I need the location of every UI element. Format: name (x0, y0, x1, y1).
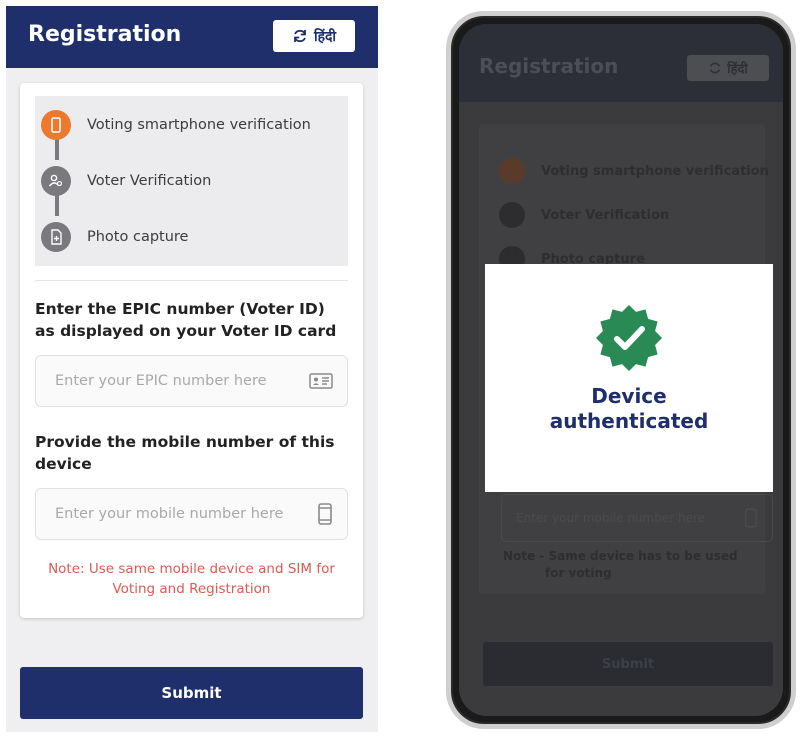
dimmed-step-2: Voter Verification (499, 202, 669, 228)
voter-search-icon (41, 166, 71, 196)
phone-screen: Registration हिंदी Voting smartphone ver… (459, 24, 783, 716)
dimmed-mobile-field: Enter your mobile number here (501, 494, 773, 542)
dimmed-header: Registration हिंदी (459, 24, 783, 102)
registration-screen: Registration हिंदी Voting smartphone ver… (6, 6, 378, 732)
dimmed-language-toggle: हिंदी (687, 55, 769, 81)
dimmed-step-label: Voter Verification (541, 207, 670, 223)
dimmed-page-title: Registration (479, 54, 619, 78)
dimmed-step-1: Voting smartphone verification (499, 158, 769, 184)
id-card-icon (309, 373, 333, 389)
step-label: Voting smartphone verification (87, 117, 311, 133)
mobile-phone-icon (745, 508, 757, 528)
app-header: Registration हिंदी (6, 6, 378, 68)
step-label: Photo capture (87, 229, 189, 245)
voter-search-icon (499, 202, 525, 228)
dimmed-note-line-2: for voting (545, 566, 612, 580)
phone-frame: Registration हिंदी Voting smartphone ver… (446, 11, 796, 729)
step-smartphone-verification: Voting smartphone verification (41, 110, 341, 140)
dialog-message-line-2: authenticated (549, 409, 709, 433)
dimmed-submit-button: Submit (483, 642, 773, 686)
device-authenticated-dialog: Device authenticated (485, 264, 773, 492)
epic-input[interactable] (55, 373, 309, 389)
section-divider (35, 280, 348, 281)
submit-button[interactable]: Submit (20, 667, 363, 719)
dimmed-note-line-1: Note - Same device has to be used (503, 549, 738, 563)
dialog-message: Device authenticated (485, 384, 773, 434)
mobile-phone-icon (318, 503, 332, 525)
photo-file-icon (41, 222, 71, 252)
step-progress: Voting smartphone verification Voter Ver… (35, 96, 348, 266)
dimmed-language-label: हिंदी (727, 62, 748, 77)
refresh-icon (294, 29, 306, 43)
epic-field (35, 355, 348, 407)
language-toggle-button[interactable]: हिंदी (273, 20, 355, 52)
dimmed-mobile-placeholder: Enter your mobile number here (516, 511, 706, 525)
registration-card: Voting smartphone verification Voter Ver… (20, 83, 363, 618)
step-voter-verification: Voter Verification (41, 166, 341, 196)
dialog-message-line-1: Device (591, 384, 667, 408)
mobile-field (35, 488, 348, 540)
dimmed-note: Note - Same device has to be used for vo… (503, 548, 753, 582)
language-toggle-label: हिंदी (313, 28, 337, 45)
registration-note: Note: Use same mobile device and SIM for… (48, 561, 335, 597)
page-title: Registration (28, 22, 182, 47)
dimmed-step-label: Voting smartphone verification (541, 163, 769, 179)
smartphone-icon (41, 110, 71, 140)
step-label: Voter Verification (87, 173, 212, 189)
verified-badge-icon (596, 305, 662, 371)
epic-field-label: Enter the EPIC number (Voter ID) as disp… (35, 300, 337, 340)
mobile-input[interactable] (55, 506, 317, 522)
smartphone-icon (499, 158, 525, 184)
mobile-field-label: Provide the mobile number of this device (35, 433, 335, 473)
step-photo-capture: Photo capture (41, 222, 341, 252)
refresh-icon (710, 62, 721, 74)
